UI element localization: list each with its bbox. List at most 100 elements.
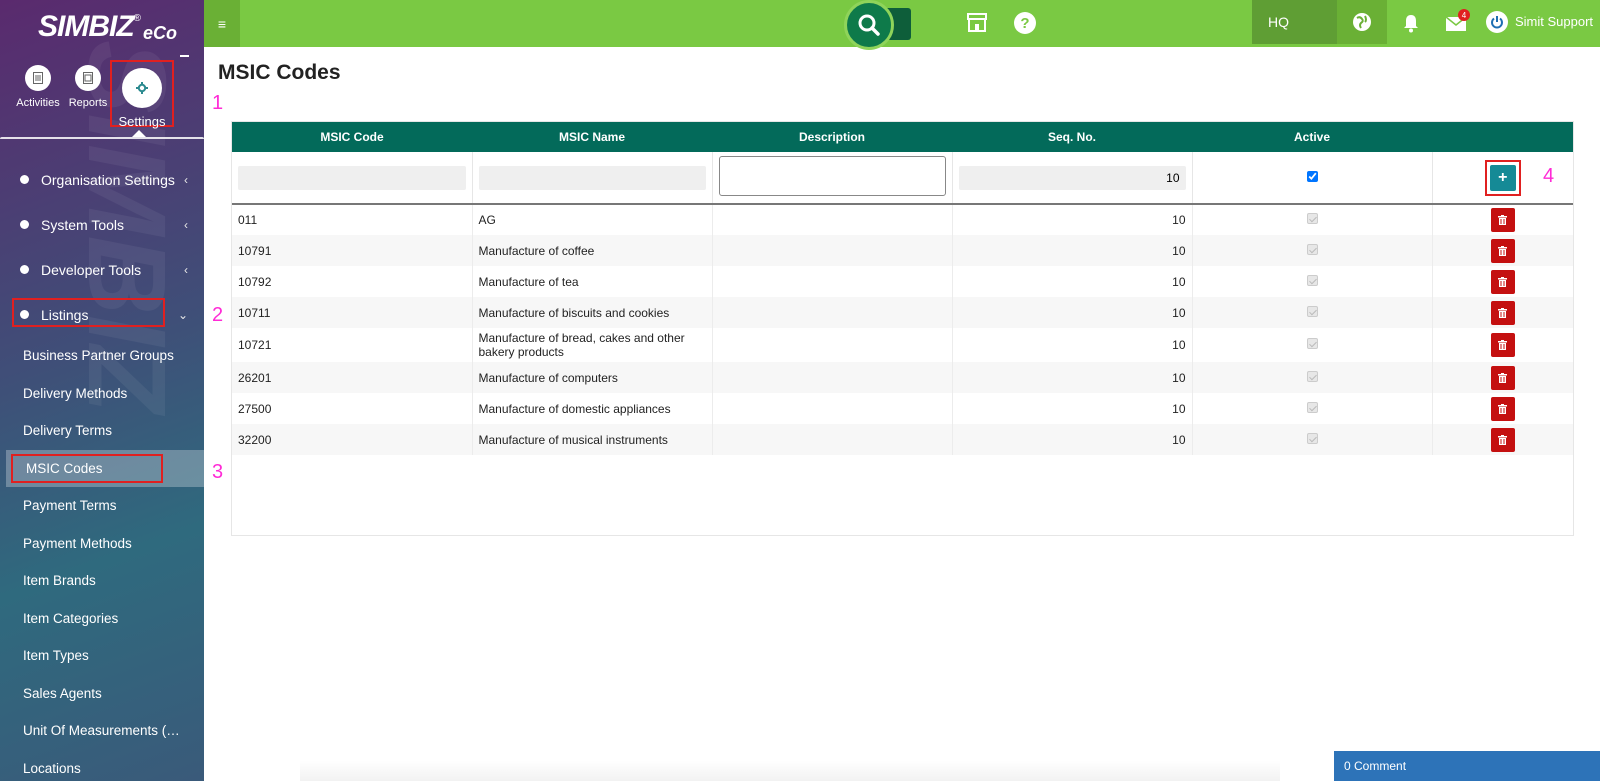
submenu-sales-agents[interactable]: Sales Agents: [0, 675, 204, 713]
cell-description: [712, 235, 953, 266]
msic-code-input[interactable]: [238, 165, 466, 190]
table-row[interactable]: 26201 Manufacture of computers 10: [232, 362, 1573, 393]
delete-button[interactable]: [1490, 396, 1515, 421]
cell-active: [1192, 328, 1433, 362]
delete-button[interactable]: [1490, 333, 1515, 357]
msic-table-container: MSIC Code MSIC Name Description Seq. No.…: [231, 121, 1574, 536]
active-checkbox[interactable]: [1306, 170, 1318, 182]
menu-listings[interactable]: Listings ⌄: [0, 292, 204, 337]
submenu-delivery-methods[interactable]: Delivery Methods: [0, 375, 204, 413]
power-button[interactable]: [1486, 11, 1508, 33]
settings-menu: Organisation Settings ‹ System Tools ‹ D…: [0, 157, 204, 781]
delete-button[interactable]: [1490, 300, 1515, 325]
logo-text: SIMBIZ: [38, 10, 135, 43]
add-button[interactable]: +: [1489, 164, 1516, 191]
submenu-payment-terms[interactable]: Payment Terms: [0, 487, 204, 525]
mail-count-badge: 4: [1458, 9, 1470, 21]
cell-actions: [1432, 362, 1573, 393]
cell-description: [712, 266, 953, 297]
table-row[interactable]: 10792 Manufacture of tea 10: [232, 266, 1573, 297]
store-icon[interactable]: [966, 12, 988, 34]
header-description[interactable]: Description: [712, 122, 952, 152]
cell-name: Manufacture of musical instruments: [472, 424, 713, 455]
cell-code: 10711: [232, 297, 473, 328]
delete-button[interactable]: [1490, 269, 1515, 294]
table-row[interactable]: 27500 Manufacture of domestic appliances 1…: [232, 393, 1573, 424]
delete-button[interactable]: [1490, 238, 1515, 263]
hamburger-menu-button[interactable]: ≡: [204, 0, 240, 47]
logo-eco: eCo: [143, 23, 178, 43]
delete-button[interactable]: [1490, 365, 1515, 390]
quick-nav: Activities Reports Settings: [0, 60, 204, 130]
quick-activities[interactable]: Activities: [16, 65, 60, 109]
delete-button[interactable]: [1490, 427, 1515, 452]
submenu-payment-methods[interactable]: Payment Methods: [0, 525, 204, 563]
active-checkbox-disabled: [1306, 338, 1318, 349]
cell-seq: 10: [952, 328, 1193, 362]
submenu-locations[interactable]: Locations: [0, 750, 204, 781]
new-entry-row: +: [232, 152, 1573, 205]
submenu-business-partner-groups[interactable]: Business Partner Groups: [0, 337, 204, 375]
menu-organisation-settings[interactable]: Organisation Settings ‹: [0, 157, 204, 202]
submenu-item-brands[interactable]: Item Brands: [0, 562, 204, 600]
search-button[interactable]: [844, 0, 894, 50]
user-name[interactable]: Simit Support: [1515, 14, 1593, 29]
delete-button[interactable]: [1490, 208, 1515, 232]
sidebar: SIMBIZ SIMBIZ ® eCo Activities Reports S…: [0, 0, 204, 781]
trash-icon: [1498, 434, 1508, 445]
table-row[interactable]: 011 AG 10: [232, 204, 1573, 235]
chevron-left-icon: ‹: [184, 172, 188, 187]
submenu-delivery-terms[interactable]: Delivery Terms: [0, 412, 204, 450]
menu-developer-tools[interactable]: Developer Tools ‹: [0, 247, 204, 292]
header-active[interactable]: Active: [1192, 122, 1432, 152]
help-icon[interactable]: ?: [1014, 12, 1036, 34]
trash-icon: [1498, 307, 1508, 318]
quick-settings-label: Settings: [118, 114, 166, 129]
quick-reports[interactable]: Reports: [68, 65, 108, 109]
table-row[interactable]: 10711 Manufacture of biscuits and cookies…: [232, 297, 1573, 328]
active-checkbox-disabled: [1306, 305, 1318, 317]
trash-icon: [1498, 215, 1508, 225]
minimize-dash[interactable]: [180, 55, 189, 57]
annotation-2: 2: [212, 304, 224, 326]
app-root: SIMBIZ SIMBIZ ® eCo Activities Reports S…: [0, 0, 1600, 781]
submenu-msic-codes[interactable]: MSIC Codes: [6, 449, 204, 487]
submenu-item-types[interactable]: Item Types: [0, 637, 204, 675]
description-input[interactable]: [718, 156, 946, 196]
trash-icon: [1498, 372, 1508, 383]
language-button[interactable]: [1337, 0, 1387, 44]
table-body: 011 AG 10 10791 Manufacture of coffee 10 10792…: [232, 204, 1573, 455]
cell-seq: 10: [952, 297, 1193, 328]
active-checkbox-disabled: [1306, 401, 1318, 413]
globe-icon: [1353, 13, 1371, 31]
branch-selector[interactable]: HQ: [1252, 0, 1337, 44]
active-checkbox-disabled: [1306, 432, 1318, 444]
table-row[interactable]: 32200 Manufacture of musical instruments 1…: [232, 424, 1573, 455]
cell-active: [1192, 204, 1433, 235]
annotation-1: 1: [212, 92, 224, 114]
header-seq-no[interactable]: Seq. No.: [952, 122, 1192, 152]
active-checkbox-disabled: [1306, 243, 1318, 255]
cell-code: 27500: [232, 393, 473, 424]
msic-name-input[interactable]: [478, 165, 706, 190]
table-row[interactable]: 10791 Manufacture of coffee 10: [232, 235, 1573, 266]
cell-description: [712, 393, 953, 424]
active-checkbox-disabled: [1306, 274, 1318, 286]
menu-label: System Tools: [41, 216, 124, 233]
cell-name: Manufacture of computers: [472, 362, 713, 393]
msic-table: MSIC Code MSIC Name Description Seq. No.…: [232, 122, 1573, 455]
seq-no-input[interactable]: [958, 165, 1186, 190]
menu-system-tools[interactable]: System Tools ‹: [0, 202, 204, 247]
quick-settings[interactable]: Settings: [110, 60, 174, 129]
comment-button[interactable]: 0 Comment: [1334, 751, 1600, 781]
submenu-item-categories[interactable]: Item Categories: [0, 600, 204, 638]
app-logo[interactable]: SIMBIZ ® eCo: [38, 8, 177, 44]
header-msic-code[interactable]: MSIC Code: [232, 122, 472, 152]
cell-code: 10792: [232, 266, 473, 297]
table-row[interactable]: 10721 Manufacture of bread, cakes and oth…: [232, 328, 1573, 362]
bell-icon[interactable]: [1400, 12, 1422, 34]
header-msic-name[interactable]: MSIC Name: [472, 122, 712, 152]
submenu-unit-of-measurements[interactable]: Unit Of Measurements (…: [0, 712, 204, 750]
menu-label: Organisation Settings: [41, 171, 175, 188]
cell-seq: 10: [952, 393, 1193, 424]
